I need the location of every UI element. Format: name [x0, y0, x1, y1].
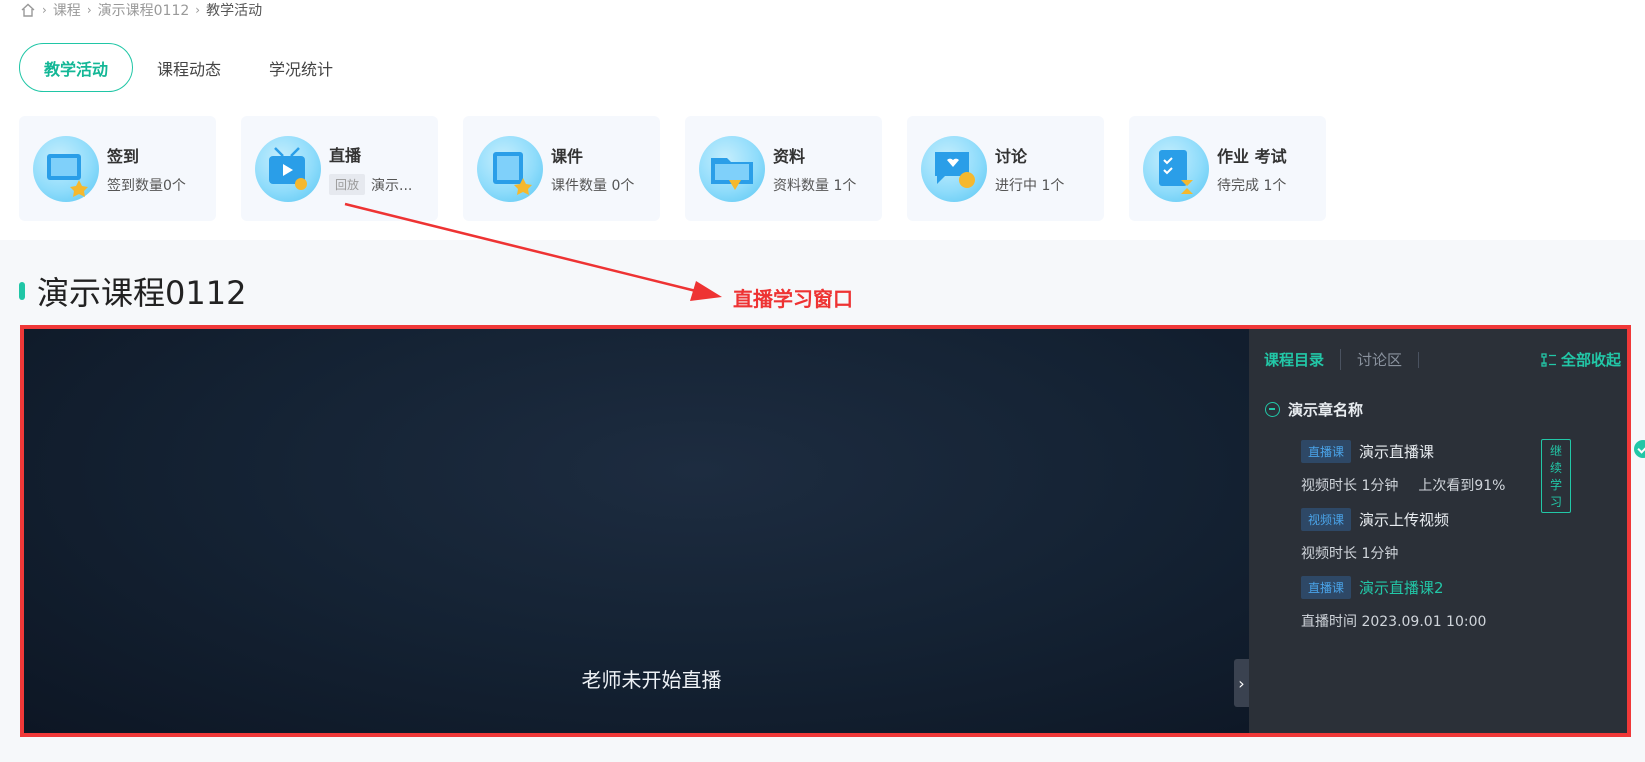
card-subtitle: 资料数量 1个: [773, 177, 857, 194]
continue-learning-button[interactable]: 继续学习: [1541, 439, 1572, 513]
checkin-icon: [33, 135, 99, 202]
card-courseware[interactable]: 课件 课件数量 0个: [463, 116, 660, 221]
chevron-right-icon: ›: [1238, 673, 1245, 693]
collapse-minus-icon: [1265, 402, 1280, 417]
side-tab-bar: 课程目录 讨论区: [1264, 349, 1420, 370]
lesson-meta: 视频时长 1分钟 上次看到91%: [1301, 478, 1506, 494]
card-subtitle: 签到数量0个: [107, 177, 186, 194]
breadcrumb-item-course-name[interactable]: 演示课程0112: [98, 0, 190, 20]
tree-collapse-icon: [1541, 352, 1556, 367]
collapse-all-button[interactable]: 全部收起: [1541, 349, 1621, 370]
activity-cards: 签到 签到数量0个 直播 回放 演示... 课件 课件数量 0个 资料 资料数量…: [19, 116, 1326, 221]
chat-icon: [921, 135, 987, 202]
breadcrumb-current: 教学活动: [206, 3, 263, 19]
course-title: 演示课程0112: [19, 268, 246, 314]
card-subtitle: 待完成 1个: [1217, 177, 1287, 194]
card-title: 课件: [551, 146, 584, 166]
tab-learning-stats[interactable]: 学况统计: [245, 43, 357, 92]
home-icon[interactable]: [20, 2, 36, 18]
breadcrumb-item-course[interactable]: 课程: [53, 0, 81, 20]
lesson-type-tag: 直播课: [1301, 576, 1352, 599]
lesson-name[interactable]: 演示直播课: [1359, 441, 1434, 462]
card-discussion[interactable]: 讨论 进行中 1个: [907, 116, 1104, 221]
card-checkin[interactable]: 签到 签到数量0个: [19, 116, 216, 221]
completed-check-icon: [1634, 440, 1645, 458]
folder-icon: [699, 135, 765, 202]
tab-discussion[interactable]: 讨论区: [1340, 349, 1418, 370]
replay-tag[interactable]: 回放: [329, 174, 366, 195]
chevron-right-icon: ›: [86, 3, 92, 17]
lesson-meta: 视频时长 1分钟: [1301, 546, 1399, 562]
course-title-text: 演示课程0112: [37, 274, 247, 312]
card-homework[interactable]: 作业 考试 待完成 1个: [1129, 116, 1326, 221]
chapter-header[interactable]: 演示章名称: [1265, 399, 1363, 420]
live-tv-icon: [255, 135, 321, 202]
annotation-label: 直播学习窗口: [733, 287, 853, 311]
live-not-started-message: 老师未开始直播: [581, 668, 722, 692]
chevron-right-icon: ›: [195, 3, 201, 17]
card-title: 作业 考试: [1217, 146, 1287, 166]
breadcrumb: › 课程 › 演示课程0112 › 教学活动: [20, 0, 262, 20]
tab-bar: 教学活动 课程动态 学况统计: [19, 43, 357, 92]
tab-course-updates[interactable]: 课程动态: [133, 43, 245, 92]
chapter-title: 演示章名称: [1288, 401, 1364, 419]
lesson-meta: 直播时间 2023.09.01 10:00: [1301, 614, 1487, 630]
lesson-item[interactable]: 直播课 演示直播课 继续学习 视频时长 1分钟 上次看到91%: [1301, 439, 1645, 513]
lesson-name[interactable]: 演示上传视频: [1359, 509, 1449, 530]
lesson-type-tag: 直播课: [1301, 440, 1352, 463]
lesson-item[interactable]: 视频课 演示上传视频 视频时长 1分钟: [1301, 508, 1449, 563]
live-study-window: 老师未开始直播 › 课程目录 讨论区 全部收起 演示章名称 直播课 演示直播课: [20, 325, 1645, 737]
lesson-name[interactable]: 演示直播课2: [1359, 577, 1444, 598]
card-subtitle: 回放 演示...: [329, 174, 412, 195]
tab-teaching-activity[interactable]: 教学活动: [19, 43, 134, 92]
card-title: 直播: [329, 146, 362, 165]
course-side-panel: 课程目录 讨论区 全部收起 演示章名称 直播课 演示直播课 继续学习 视频时长 …: [1249, 329, 1645, 733]
card-title: 签到: [107, 146, 140, 166]
lesson-item[interactable]: 直播课 演示直播课2 直播时间 2023.09.01 10:00: [1301, 576, 1486, 631]
card-live[interactable]: 直播 回放 演示...: [241, 116, 438, 221]
card-subtitle: 课件数量 0个: [551, 177, 635, 194]
card-title: 讨论: [995, 146, 1028, 166]
side-tab-divider: [1418, 351, 1420, 368]
courseware-icon: [477, 135, 543, 202]
homework-icon: [1143, 135, 1209, 202]
video-area[interactable]: 老师未开始直播: [24, 329, 1249, 733]
card-subtitle: 进行中 1个: [995, 177, 1065, 194]
card-materials[interactable]: 资料 资料数量 1个: [685, 116, 882, 221]
title-accent-bar: [19, 282, 25, 300]
card-title: 资料: [773, 146, 806, 166]
chevron-right-icon: ›: [42, 3, 47, 17]
panel-toggle-handle[interactable]: ›: [1234, 659, 1249, 707]
tab-course-catalog[interactable]: 课程目录: [1264, 349, 1340, 370]
lesson-type-tag: 视频课: [1301, 508, 1352, 531]
